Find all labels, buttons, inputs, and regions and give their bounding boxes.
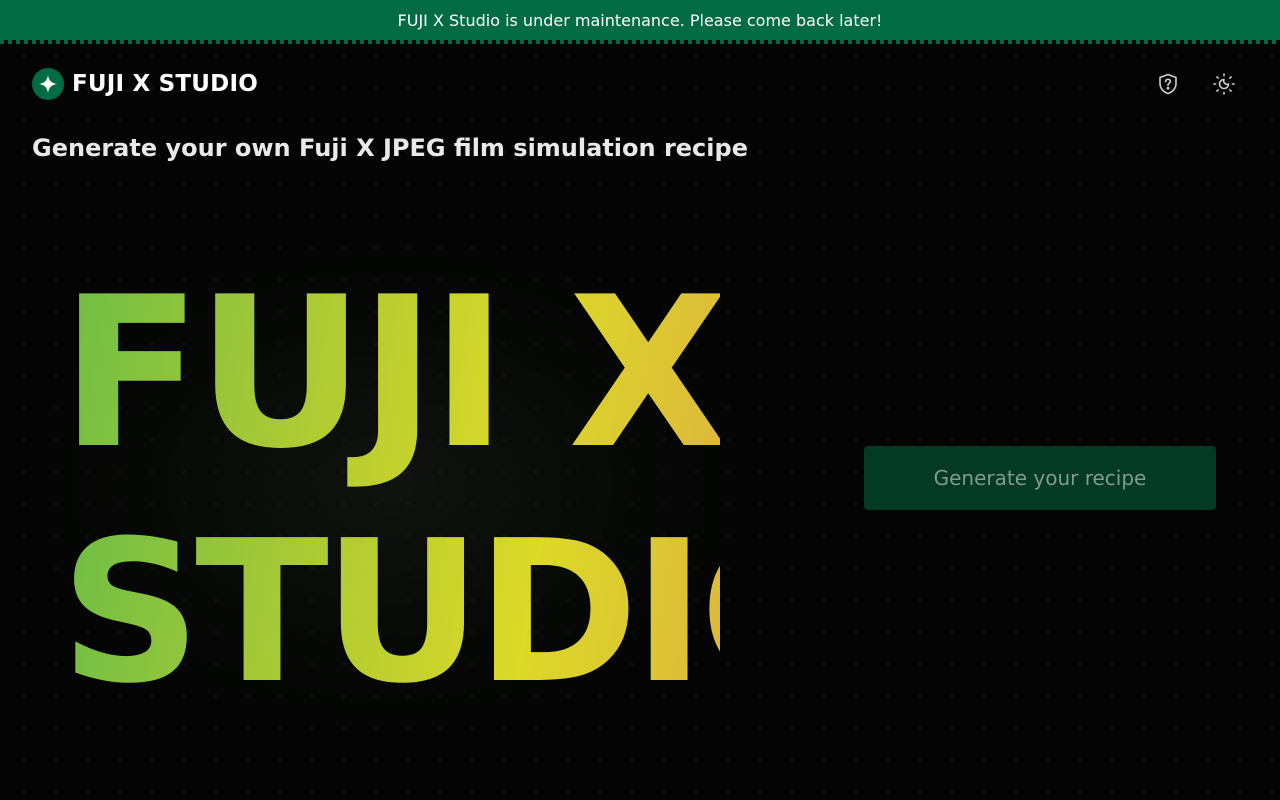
maintenance-message: FUJI X Studio is under maintenance. Plea… — [397, 11, 883, 30]
sparkle-icon — [32, 68, 64, 100]
maintenance-banner: FUJI X Studio is under maintenance. Plea… — [0, 0, 1280, 40]
shield-question-icon[interactable] — [1154, 70, 1182, 98]
theme-toggle-icon[interactable] — [1210, 70, 1238, 98]
logo-text: FUJI X STUDIO — [72, 71, 258, 97]
app-page: FUJI X Studio is under maintenance. Plea… — [0, 0, 1280, 800]
generate-recipe-button[interactable]: Generate your recipe — [864, 446, 1216, 510]
banner-dashed-edge — [0, 40, 1280, 44]
hero-title: FUJI X STUDIO — [60, 270, 866, 727]
hero-title-line-1: FUJI X — [60, 270, 729, 515]
brand-logo[interactable]: FUJI X STUDIO — [32, 68, 258, 100]
page-tagline: Generate your own Fuji X JPEG film simul… — [32, 134, 748, 162]
hero-title-line-2: STUDIO — [60, 499, 866, 727]
